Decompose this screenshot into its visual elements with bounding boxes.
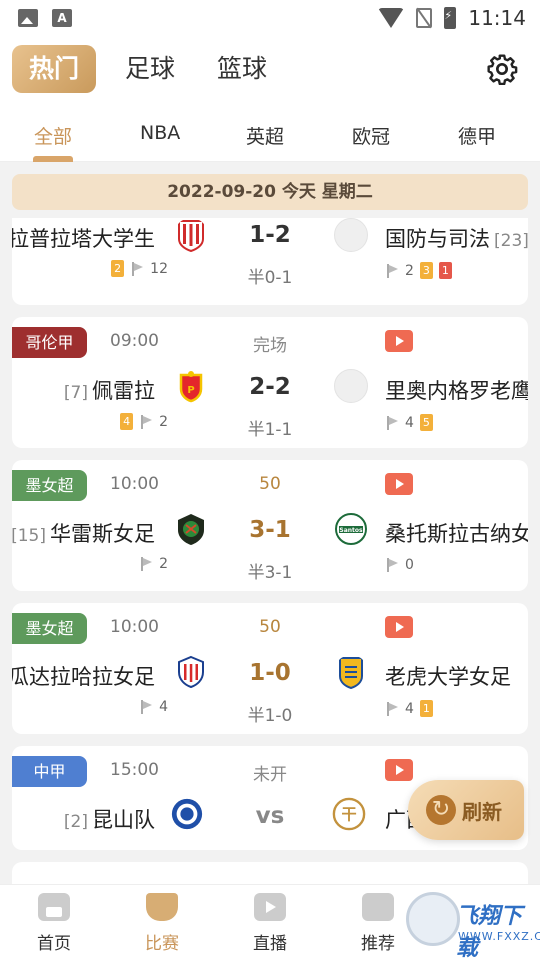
app-notification-icon: A [52, 9, 72, 27]
subtab-nba[interactable]: NBA [140, 122, 180, 144]
corner-flag-icon [385, 415, 399, 430]
refresh-button[interactable]: 刷新 [408, 780, 524, 840]
match-card[interactable]: 哥伦甲 09:00 完场 [7] 佩雷拉 P 2-2 里奥内格罗老鹰 4 2 半1… [12, 317, 528, 448]
home-icon [38, 893, 70, 921]
away-stats: 2 3 1 [385, 262, 452, 279]
svg-text:干: 干 [341, 806, 356, 824]
away-team-name: 桑托斯拉古纳女足 [385, 522, 528, 546]
yellow-card-icon: 5 [419, 414, 433, 431]
tab-basketball[interactable]: 篮球 [217, 45, 267, 93]
tigres-crest-icon [339, 657, 363, 689]
match-card[interactable]: 墨女超 10:00 50 瓜达拉哈拉女足 1-0 老虎大学女足 4 半1-0 4… [12, 603, 528, 734]
away-team-name: 里奥内格罗老鹰 [385, 379, 528, 403]
corner-flag-icon [385, 558, 399, 572]
battery-charging-icon [444, 7, 457, 29]
match-card[interactable] [12, 862, 528, 884]
subtab-premier-league[interactable]: 英超 [246, 122, 284, 149]
site-watermark: 飞翔下载 WWW.FXXZ.COM [406, 890, 540, 960]
away-corners: 0 [405, 557, 414, 573]
status-bar: A 11:14 [0, 0, 540, 36]
subtab-bundesliga[interactable]: 德甲 [458, 122, 496, 149]
watermark-logo-icon [406, 892, 460, 946]
away-stats: 0 [385, 557, 414, 573]
league-tabs: 全部 NBA 英超 欧冠 德甲 [0, 106, 540, 162]
tv-play-icon [254, 893, 286, 921]
corner-flag-icon [385, 263, 399, 278]
nav-live-label: 直播 [253, 934, 287, 954]
video-play-icon[interactable] [385, 759, 413, 781]
subtab-champions-league[interactable]: 欧冠 [352, 122, 390, 149]
status-time: 11:14 [468, 6, 526, 30]
match-status: 50 [259, 617, 281, 637]
away-corners: 4 [405, 414, 414, 431]
santos-laguna-crest-icon: Santos [335, 513, 367, 545]
video-play-icon[interactable] [385, 473, 413, 495]
tab-hot[interactable]: 热门 [12, 45, 96, 93]
away-corners: 2 [405, 262, 414, 279]
away-stats: 4 1 [385, 700, 433, 717]
match-status: 完场 [253, 336, 287, 356]
nav-home-label: 首页 [37, 934, 71, 954]
red-card-icon: 1 [438, 262, 452, 279]
corner-flag-icon [385, 701, 399, 716]
refresh-label: 刷新 [462, 800, 502, 824]
match-card[interactable]: 拉普拉塔大学生 1-2 国防与司法 [23] 2 12 半0-1 2 3 1 [12, 218, 528, 305]
settings-gear-icon[interactable] [486, 53, 518, 85]
svg-text:Santos: Santos [339, 527, 363, 534]
video-play-icon[interactable] [385, 330, 413, 352]
half-time-score: 半1-1 [247, 420, 293, 440]
watermark-url: WWW.FXXZ.COM [458, 930, 540, 943]
away-team-name: 国防与司法 [23] [385, 227, 528, 251]
gallery-notification-icon [18, 9, 38, 27]
away-team-logo-placeholder [334, 369, 368, 403]
yellow-card-icon: 3 [419, 262, 433, 279]
trophy-icon [146, 893, 178, 921]
recommend-icon [362, 893, 394, 921]
nav-live[interactable]: 直播 [230, 893, 310, 954]
nav-matches-label: 比赛 [145, 934, 179, 954]
match-status: 50 [259, 474, 281, 494]
guangxi-crest-icon: 干 [332, 797, 366, 831]
tab-football[interactable]: 足球 [125, 45, 175, 93]
away-team-name: 老虎大学女足 [385, 665, 511, 689]
nav-home[interactable]: 首页 [14, 893, 94, 954]
subtab-all[interactable]: 全部 [34, 122, 72, 149]
away-team-logo-placeholder [334, 218, 368, 252]
yellow-card-icon: 1 [419, 700, 433, 717]
watermark-title: 飞翔下载 [456, 904, 523, 960]
video-play-icon[interactable] [385, 616, 413, 638]
active-tab-indicator [33, 156, 73, 162]
no-sim-icon [416, 8, 433, 28]
half-time-score: 半1-0 [247, 706, 293, 726]
header: 热门 足球 篮球 [0, 36, 540, 106]
half-time-score: 半3-1 [247, 563, 293, 583]
refresh-icon [426, 795, 456, 825]
nav-matches[interactable]: 比赛 [122, 893, 202, 954]
wifi-icon [378, 8, 405, 28]
match-card[interactable]: 墨女超 10:00 50 [15] 华雷斯女足 3-1 Santos 桑托斯拉古纳… [12, 460, 528, 591]
away-stats: 4 5 [385, 414, 433, 431]
away-corners: 4 [405, 700, 414, 717]
date-bar: 2022-09-20 今天 星期二 [12, 174, 528, 210]
